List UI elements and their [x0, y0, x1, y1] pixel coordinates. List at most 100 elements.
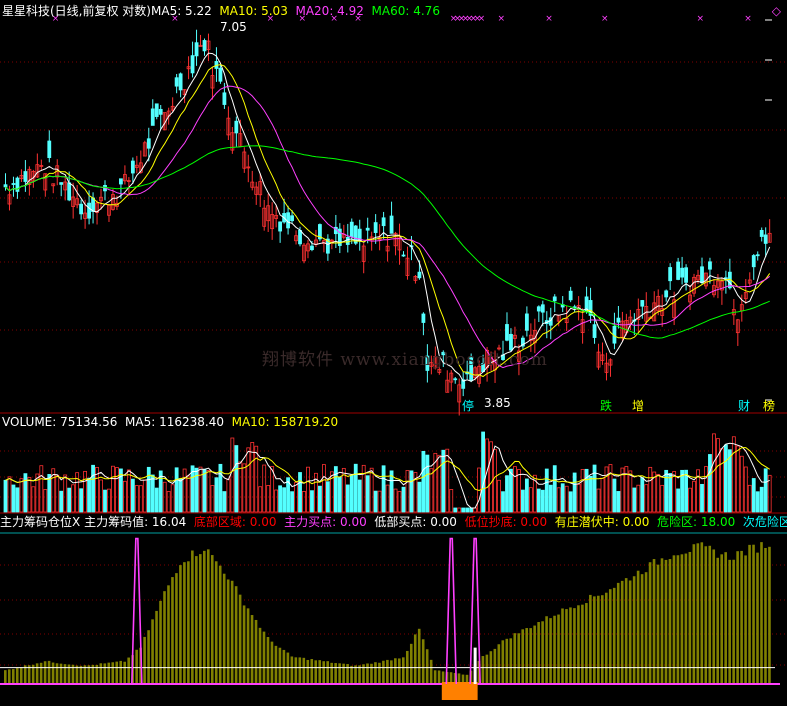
- chip-bar: [374, 662, 377, 684]
- candle-body: [676, 261, 681, 280]
- chip-bar: [199, 554, 202, 684]
- volume-bar: [461, 507, 466, 513]
- chip-bar: [481, 656, 485, 684]
- event-tag-fall[interactable]: 跌: [600, 399, 612, 413]
- chip-bar: [390, 660, 393, 684]
- volume-bar: [668, 473, 673, 513]
- chip-bar: [593, 596, 596, 684]
- chip-bar: [398, 658, 401, 684]
- volume-bar: [214, 477, 219, 513]
- chip-bar: [338, 663, 341, 684]
- candle-body: [345, 236, 350, 245]
- volume-bar: [584, 468, 589, 513]
- chip-bar: [541, 621, 544, 684]
- signal-highlight-bar: [473, 647, 477, 684]
- event-tag-halt[interactable]: 停: [462, 399, 474, 413]
- volume-bar: [556, 487, 561, 513]
- chip-bar: [716, 557, 720, 684]
- candle-body: [310, 245, 314, 251]
- candle-body: [47, 140, 52, 158]
- volume-bar: [449, 489, 454, 513]
- volume-bar: [23, 473, 28, 513]
- chip-bar: [294, 657, 298, 684]
- volume-bar: [739, 455, 744, 513]
- volume-bar: [497, 479, 501, 513]
- volume-bar: [166, 491, 171, 513]
- chip-bar: [712, 549, 716, 684]
- chip-bar: [748, 544, 751, 684]
- candle-body: [568, 290, 573, 301]
- chip-bar: [123, 661, 126, 684]
- volume-bar: [325, 481, 330, 513]
- volume-bar: [704, 466, 708, 513]
- chip-bar: [497, 644, 501, 684]
- ma20-line: [5, 85, 771, 369]
- volume-bar: [672, 471, 677, 513]
- volume-bar: [365, 475, 370, 513]
- watermark: 翔博软件 www.xiangbosoft.com: [262, 350, 548, 370]
- moving-average-lines: [5, 52, 771, 382]
- candle-body: [174, 77, 179, 87]
- volume-bar: [134, 485, 139, 513]
- volume-bar: [361, 464, 366, 513]
- volume-bar: [389, 470, 394, 513]
- chip-bar: [183, 562, 186, 684]
- chip-bar: [322, 661, 325, 684]
- candle-body: [146, 138, 151, 149]
- chip-bar: [342, 663, 345, 684]
- volume-bar: [421, 450, 426, 513]
- chip-bar: [732, 559, 735, 684]
- event-tag-increase[interactable]: 增: [632, 399, 644, 413]
- volume-bar: [71, 484, 76, 513]
- chip-bar: [529, 628, 532, 684]
- candle-body: [190, 55, 195, 74]
- volume-bar: [99, 479, 103, 513]
- volume-bar: [552, 465, 557, 513]
- chip-bar: [756, 552, 759, 684]
- chart-title: 星星科技(日线,前复权 对数): [2, 4, 151, 18]
- candle-body: [664, 290, 669, 298]
- diamond-icon[interactable]: ◇: [772, 4, 781, 18]
- volume-bar: [278, 485, 283, 513]
- event-tag-finance[interactable]: 财: [738, 399, 750, 413]
- ma10-label: MA10: 5.03: [219, 4, 288, 18]
- candle-body: [11, 183, 16, 185]
- chip-bar: [115, 661, 119, 684]
- volume-bar: [572, 472, 577, 513]
- candle-body: [389, 215, 394, 234]
- candle-body: [87, 202, 91, 219]
- chip-bar: [354, 665, 357, 684]
- candle-body: [23, 171, 28, 182]
- candle-body: [154, 103, 159, 117]
- volume-bar: [465, 507, 470, 513]
- chip-bar: [553, 615, 556, 684]
- chip-bar: [306, 659, 310, 684]
- volume-bar: [481, 431, 486, 513]
- chip-bar: [545, 616, 548, 684]
- volume-bar: [47, 474, 52, 513]
- bottom-zone-block: [441, 682, 478, 700]
- volume-bar: [636, 484, 641, 513]
- ind-sub-danger: 次危险区: 15: [742, 515, 787, 529]
- chip-bar: [143, 636, 146, 684]
- chip-bar: [59, 663, 63, 684]
- signal-spike: [445, 537, 458, 685]
- ind-low-buy: 低部买点: 0.00: [374, 515, 457, 529]
- volume-bar: [528, 487, 533, 513]
- chip-bar: [425, 649, 429, 684]
- volume-bar: [505, 475, 509, 513]
- event-tag-ranking[interactable]: 榜: [763, 399, 775, 413]
- candle-body: [298, 229, 302, 245]
- candle-body: [453, 378, 458, 381]
- volume-bar: [656, 473, 661, 513]
- chip-bar: [664, 559, 668, 684]
- volume-bar: [43, 489, 48, 513]
- volume-bar: [720, 448, 724, 513]
- volume-bar: [700, 483, 704, 513]
- volume-bar: [385, 484, 390, 513]
- volume-bar: [743, 466, 748, 513]
- chip-bar: [254, 619, 258, 684]
- volume-bar: [564, 485, 569, 513]
- volume-bar: [632, 487, 637, 513]
- chip-bar: [728, 559, 731, 684]
